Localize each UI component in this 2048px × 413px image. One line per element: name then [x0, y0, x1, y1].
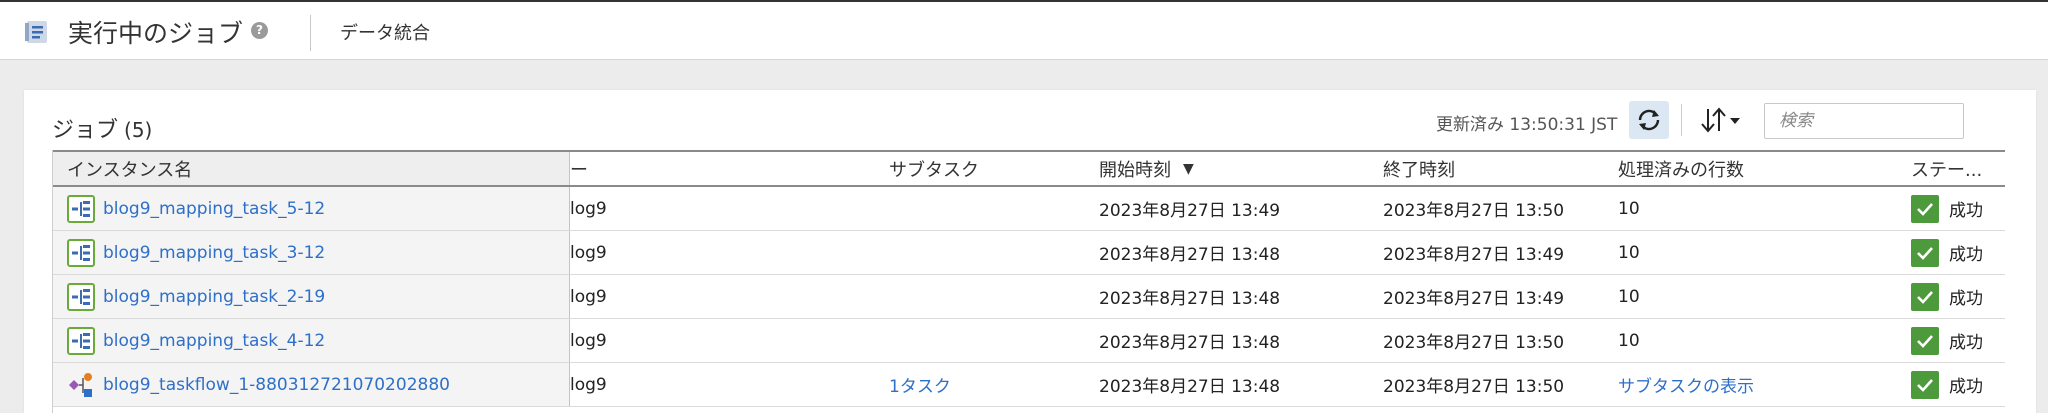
- subtask-cell: [889, 275, 1089, 318]
- column-header-start-time-label: 開始時刻: [1099, 159, 1171, 181]
- status-label: 成功: [1949, 333, 1983, 353]
- location-cell: log9: [570, 286, 607, 307]
- success-check-icon: [1911, 370, 1939, 399]
- location-cell: log9: [570, 198, 607, 219]
- toolbar-divider: [1681, 104, 1682, 136]
- status-label: 成功: [1949, 245, 1983, 265]
- status-cell: 成功: [1911, 363, 2005, 406]
- instance-name-cell: blog9_mapping_task_5-12: [67, 187, 567, 230]
- status-cell: 成功: [1911, 231, 2005, 274]
- subtask-link[interactable]: 1タスク: [889, 372, 951, 397]
- jobs-count: (5): [124, 118, 153, 142]
- header-divider: [310, 15, 311, 51]
- monitor-jobs-icon: [25, 21, 47, 43]
- status-label: 成功: [1949, 377, 1983, 397]
- success-check-icon: [1911, 326, 1939, 355]
- jobs-title-label: ジョブ: [52, 118, 119, 143]
- status-cell: 成功: [1911, 187, 2005, 230]
- subtask-cell: 1タスク: [889, 363, 1089, 406]
- start-time-cell: 2023年8月27日 13:48: [1099, 289, 1281, 309]
- instance-name-cell: blog9_taskflow_1-880312721070202880: [67, 363, 567, 406]
- success-check-icon: [1911, 238, 1939, 267]
- mapping-task-icon: [67, 238, 95, 267]
- rows-processed-cell: 10: [1618, 198, 1640, 219]
- jobs-title: ジョブ (5): [52, 112, 152, 144]
- start-time-cell: 2023年8月27日 13:49: [1099, 201, 1281, 221]
- sort-icon: [1701, 107, 1740, 133]
- table-header: インスタンス名 ー サブタスク 開始時刻 ▼ 終了時刻 処理済みの行数 ステー.…: [53, 150, 2005, 187]
- status-label: 成功: [1949, 289, 1983, 309]
- instance-name-link[interactable]: blog9_mapping_task_4-12: [103, 331, 325, 351]
- refresh-icon: [1638, 109, 1660, 131]
- column-header-end-time[interactable]: 終了時刻: [1383, 152, 1613, 185]
- refresh-button[interactable]: [1629, 101, 1669, 139]
- end-time-cell: 2023年8月27日 13:50: [1383, 201, 1565, 221]
- column-header-start-time[interactable]: 開始時刻 ▼: [1099, 152, 1369, 185]
- instance-name-cell: blog9_mapping_task_4-12: [67, 319, 567, 362]
- location-cell: log9: [570, 242, 607, 263]
- jobs-panel: ジョブ(5) 更新済み 13:50:31 JST インスタンス名 ー サブタスク: [24, 90, 2036, 413]
- column-header-subtask[interactable]: サブタスク: [889, 152, 1089, 185]
- start-time-cell: 2023年8月27日 13:48: [1099, 333, 1281, 353]
- start-time-cell: 2023年8月27日 13:48: [1099, 245, 1281, 265]
- status-cell: 成功: [1911, 319, 2005, 362]
- rows-processed-cell: サブタスクの表示: [1618, 363, 1878, 406]
- rows-processed-cell: 10: [1618, 330, 1640, 351]
- start-time-cell: 2023年8月27日 13:48: [1099, 377, 1281, 397]
- instance-name-link[interactable]: blog9_mapping_task_2-19: [103, 287, 325, 307]
- instance-name-link[interactable]: blog9_mapping_task_3-12: [103, 243, 325, 263]
- table-row: blog9_mapping_task_2-19 log9 2023年8月27日 …: [53, 275, 2005, 319]
- end-time-cell: 2023年8月27日 13:50: [1383, 377, 1565, 397]
- jobs-table: インスタンス名 ー サブタスク 開始時刻 ▼ 終了時刻 処理済みの行数 ステー.…: [52, 150, 2005, 413]
- view-subtasks-link[interactable]: サブタスクの表示: [1618, 372, 1754, 397]
- sort-descending-icon: ▼: [1183, 160, 1194, 177]
- mapping-task-icon: [67, 326, 95, 355]
- last-updated-text: 更新済み 13:50:31 JST: [1436, 115, 1618, 135]
- mapping-task-icon: [67, 282, 95, 311]
- status-label: 成功: [1949, 201, 1983, 221]
- end-time-cell: 2023年8月27日 13:49: [1383, 245, 1565, 265]
- column-header-status[interactable]: ステー...: [1911, 152, 2005, 185]
- end-time-cell: 2023年8月27日 13:49: [1383, 289, 1565, 309]
- instance-name-link[interactable]: blog9_mapping_task_5-12: [103, 199, 325, 219]
- search-input[interactable]: [1764, 103, 1964, 139]
- table-row: blog9_taskflow_1-880312721070202880 log9…: [53, 363, 2005, 407]
- location-cell: log9: [570, 374, 607, 395]
- mapping-task-icon: [67, 194, 95, 223]
- success-check-icon: [1911, 282, 1939, 311]
- instance-name-cell: blog9_mapping_task_2-19: [67, 275, 567, 318]
- taskflow-icon: [69, 372, 92, 397]
- app-name: データ統合: [340, 23, 430, 44]
- location-cell: log9: [570, 330, 607, 351]
- instance-name-cell: blog9_mapping_task_3-12: [67, 231, 567, 274]
- instance-name-link[interactable]: blog9_taskflow_1-880312721070202880: [103, 375, 450, 395]
- table-row: blog9_mapping_task_3-12 log9 2023年8月27日 …: [53, 231, 2005, 275]
- help-icon[interactable]: ?: [251, 22, 268, 39]
- table-row: blog9_mapping_task_5-12 log9 2023年8月27日 …: [53, 187, 2005, 231]
- subtask-cell: [889, 187, 1089, 230]
- column-header-instance-name[interactable]: インスタンス名: [67, 152, 567, 185]
- sort-button[interactable]: [1696, 101, 1746, 139]
- success-check-icon: [1911, 194, 1939, 223]
- rows-processed-cell: 10: [1618, 242, 1640, 263]
- page-title: 実行中のジョブ: [68, 19, 244, 48]
- status-cell: 成功: [1911, 275, 2005, 318]
- subtask-cell: [889, 319, 1089, 362]
- table-row: blog9_mapping_task_4-12 log9 2023年8月27日 …: [53, 319, 2005, 363]
- top-header: 実行中のジョブ ? データ統合: [0, 0, 2048, 60]
- rows-processed-cell: 10: [1618, 286, 1640, 307]
- end-time-cell: 2023年8月27日 13:50: [1383, 333, 1565, 353]
- column-header-location[interactable]: ー: [570, 152, 870, 185]
- subtask-cell: [889, 231, 1089, 274]
- column-header-rows-processed[interactable]: 処理済みの行数: [1618, 152, 1878, 185]
